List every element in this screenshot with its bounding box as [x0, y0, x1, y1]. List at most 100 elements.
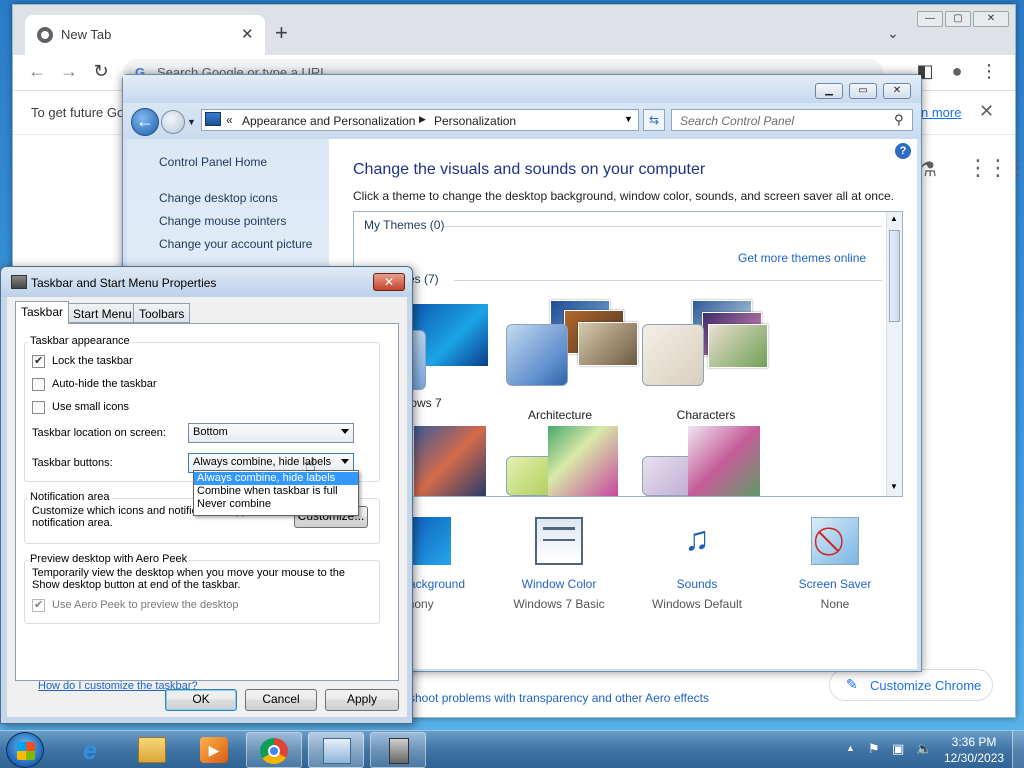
- option-never-combine[interactable]: Never combine: [194, 498, 358, 511]
- cp-minimize-button[interactable]: ▁: [815, 83, 843, 99]
- cp-maximize-button[interactable]: ▭: [849, 83, 877, 99]
- breadcrumb-personalization[interactable]: Personalization: [434, 114, 516, 128]
- themes-list: My Themes (0) Get more themes online mes…: [353, 211, 903, 497]
- reload-icon[interactable]: ↻: [89, 61, 113, 82]
- taskbar-location-value: Bottom: [193, 426, 228, 438]
- taskbar-internet-explorer[interactable]: e: [62, 732, 118, 768]
- forward-arrow-icon[interactable]: [161, 110, 185, 134]
- taskbar-windows-explorer[interactable]: [124, 732, 180, 768]
- sounds-item[interactable]: ♫ Sounds Windows Default: [627, 517, 767, 617]
- small-icons-checkbox[interactable]: [32, 401, 45, 414]
- auto-hide-label[interactable]: Auto-hide the taskbar: [52, 378, 157, 390]
- dialog-close-button[interactable]: ✕: [373, 273, 405, 291]
- theme-preview-partial[interactable]: [414, 426, 486, 496]
- clock-date[interactable]: 12/30/2023: [944, 751, 1004, 765]
- aero-peek-label: Preview desktop with Aero Peek: [28, 553, 190, 565]
- breadcrumb-overflow[interactable]: «: [226, 113, 233, 127]
- scroll-down-icon[interactable]: ▼: [890, 482, 898, 491]
- window-color-icon: [535, 517, 583, 565]
- show-desktop-button[interactable]: [1012, 731, 1024, 768]
- my-themes-group[interactable]: My Themes (0): [364, 218, 444, 232]
- taskbar-location-select[interactable]: Bottom: [188, 423, 354, 443]
- recent-pages-dropdown-icon[interactable]: ▼: [187, 117, 196, 127]
- address-dropdown-icon[interactable]: ▼: [624, 114, 633, 124]
- search-icon[interactable]: ⚲: [894, 112, 904, 128]
- start-button[interactable]: [6, 732, 44, 768]
- chrome-menu-icon[interactable]: ⋮: [977, 61, 1001, 82]
- chrome-minimize-button[interactable]: —: [917, 11, 943, 27]
- infobar-learn-more-link[interactable]: n more: [921, 105, 961, 120]
- cp-titlebar: ▁ ▭ ✕: [123, 75, 921, 103]
- chrome-maximize-button[interactable]: ▢: [945, 11, 971, 27]
- taskbar-appearance-label: Taskbar appearance: [28, 335, 132, 347]
- refresh-icon[interactable]: ⇆: [643, 109, 665, 131]
- aero-peek-checkbox-label[interactable]: Use Aero Peek to preview the desktop: [52, 599, 239, 611]
- auto-hide-checkbox[interactable]: [32, 378, 45, 391]
- tab-start-menu[interactable]: Start Menu: [67, 303, 138, 323]
- profile-avatar-icon[interactable]: ●: [945, 61, 969, 82]
- theme-preview-partial[interactable]: [548, 426, 618, 496]
- taskbar-taskbar-properties[interactable]: [370, 732, 426, 768]
- taskbar-control-panel[interactable]: [308, 732, 364, 768]
- tab-taskbar[interactable]: Taskbar: [15, 301, 70, 324]
- volume-muted-icon[interactable]: 🔈: [916, 741, 932, 757]
- infobar-close-icon[interactable]: ✕: [979, 101, 994, 122]
- mouse-cursor-icon: ☝: [305, 455, 316, 475]
- theme-characters[interactable]: Characters: [642, 296, 768, 422]
- aero-peek-checkbox[interactable]: [32, 598, 45, 612]
- change-account-picture-link[interactable]: Change your account picture: [159, 237, 312, 251]
- option-always-combine[interactable]: Always combine, hide labels: [194, 472, 358, 485]
- scroll-thumb[interactable]: [889, 230, 900, 322]
- ok-button[interactable]: OK: [165, 689, 237, 711]
- theme-color-tile: [642, 324, 704, 386]
- theme-preview-partial[interactable]: [688, 426, 760, 496]
- screen-saver-item[interactable]: ⃠ Screen Saver None: [765, 517, 905, 617]
- theme-name: Characters: [676, 408, 736, 422]
- apply-button[interactable]: Apply: [325, 689, 399, 711]
- network-icon[interactable]: ▣: [892, 741, 906, 757]
- cp-close-button[interactable]: ✕: [883, 83, 911, 99]
- lock-taskbar-label[interactable]: Lock the taskbar: [52, 355, 133, 367]
- get-more-themes-link[interactable]: Get more themes online: [738, 251, 866, 265]
- show-hidden-icons-icon[interactable]: ▲: [846, 743, 855, 753]
- theme-architecture[interactable]: Architecture: [506, 296, 638, 422]
- address-bar[interactable]: « Appearance and Personalization ▶ Perso…: [201, 109, 639, 131]
- forward-arrow-icon[interactable]: →: [57, 61, 81, 82]
- cancel-button[interactable]: Cancel: [245, 689, 317, 711]
- control-panel-home-link[interactable]: Control Panel Home: [159, 155, 267, 169]
- chrome-icon: [260, 738, 288, 764]
- taskbar-buttons-dropdown-list[interactable]: Always combine, hide labels Combine when…: [193, 470, 359, 516]
- breadcrumb-appearance[interactable]: Appearance and Personalization: [242, 114, 415, 128]
- window-color-item[interactable]: Window Color Windows 7 Basic: [489, 517, 629, 617]
- tab-search-chevron-icon[interactable]: ⌄: [887, 25, 899, 42]
- taskbar-media-player[interactable]: ▶: [186, 732, 242, 768]
- customize-chrome-button[interactable]: ✎ Customize Chrome: [829, 669, 993, 701]
- taskbar-chrome[interactable]: [246, 732, 302, 768]
- scroll-up-icon[interactable]: ▲: [890, 214, 898, 223]
- help-icon[interactable]: ?: [895, 143, 911, 159]
- change-desktop-icons-link[interactable]: Change desktop icons: [159, 191, 278, 205]
- breadcrumb-chevron-icon[interactable]: ▶: [419, 114, 426, 125]
- themes-scrollbar[interactable]: ▲ ▼: [886, 212, 902, 496]
- search-control-panel-input[interactable]: Search Control Panel ⚲: [671, 109, 913, 131]
- taskbar-properties-icon: [389, 738, 409, 764]
- clock-time[interactable]: 3:36 PM: [944, 735, 1004, 749]
- action-center-flag-icon[interactable]: ⚑: [868, 741, 882, 757]
- lock-taskbar-checkbox[interactable]: [32, 354, 45, 368]
- tab-toolbars[interactable]: Toolbars: [133, 303, 191, 323]
- troubleshoot-aero-link[interactable]: shoot problems with transparency and oth…: [409, 691, 709, 705]
- chrome-tab-new-tab[interactable]: New Tab ✕: [25, 15, 265, 55]
- tab-close-icon[interactable]: ✕: [241, 25, 254, 43]
- new-tab-plus-icon[interactable]: +: [275, 22, 288, 44]
- change-mouse-pointers-link[interactable]: Change mouse pointers: [159, 214, 286, 228]
- theme-name: Architecture: [527, 408, 593, 422]
- back-arrow-icon[interactable]: ←: [25, 61, 49, 82]
- google-apps-grid-icon[interactable]: ⋮⋮⋮: [967, 155, 1024, 181]
- window-color-icon-bar: [543, 527, 575, 530]
- option-combine-when-full[interactable]: Combine when taskbar is full: [194, 485, 358, 498]
- page-title: Change the visuals and sounds on your co…: [353, 161, 706, 178]
- back-arrow-icon[interactable]: ←: [131, 108, 159, 136]
- small-icons-label[interactable]: Use small icons: [52, 401, 129, 413]
- chrome-close-button[interactable]: ✕: [973, 11, 1009, 27]
- taskbar-buttons-label: Taskbar buttons:: [32, 457, 113, 469]
